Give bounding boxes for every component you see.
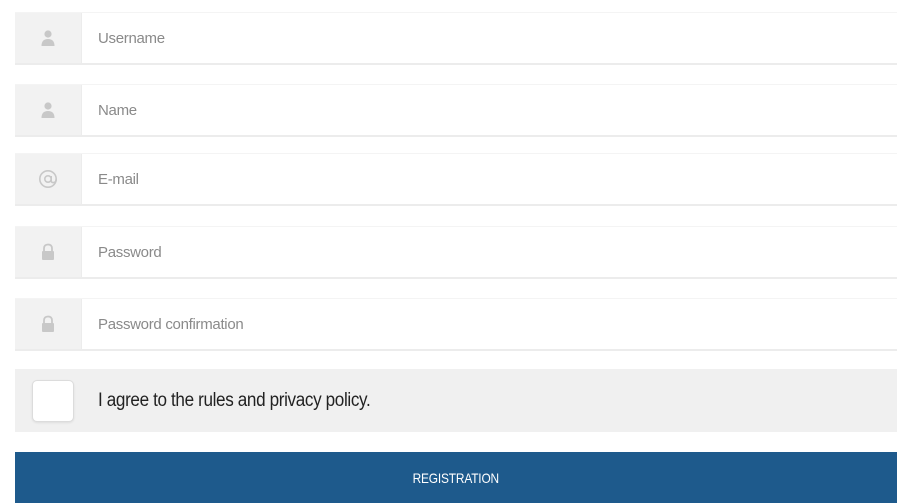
username-field-group [15, 12, 897, 65]
email-input[interactable] [82, 154, 897, 204]
registration-button-label: REGISTRATION [412, 469, 500, 486]
name-field-group [15, 84, 897, 137]
at-sign-icon [15, 154, 82, 204]
password-field-group [15, 226, 897, 279]
lock-icon [15, 227, 82, 277]
password-confirmation-input[interactable] [82, 299, 897, 349]
agree-row: I agree to the rules and privacy policy. [15, 369, 897, 432]
password-confirmation-field-group [15, 298, 897, 351]
username-input[interactable] [82, 13, 897, 63]
agree-label[interactable]: I agree to the rules and privacy policy. [98, 390, 371, 412]
user-icon [15, 13, 82, 63]
user-icon [15, 85, 82, 135]
password-input[interactable] [82, 227, 897, 277]
name-input[interactable] [82, 85, 897, 135]
lock-icon [15, 299, 82, 349]
registration-button[interactable]: REGISTRATION [15, 452, 897, 503]
email-field-group [15, 153, 897, 206]
agree-checkbox[interactable] [32, 379, 74, 422]
